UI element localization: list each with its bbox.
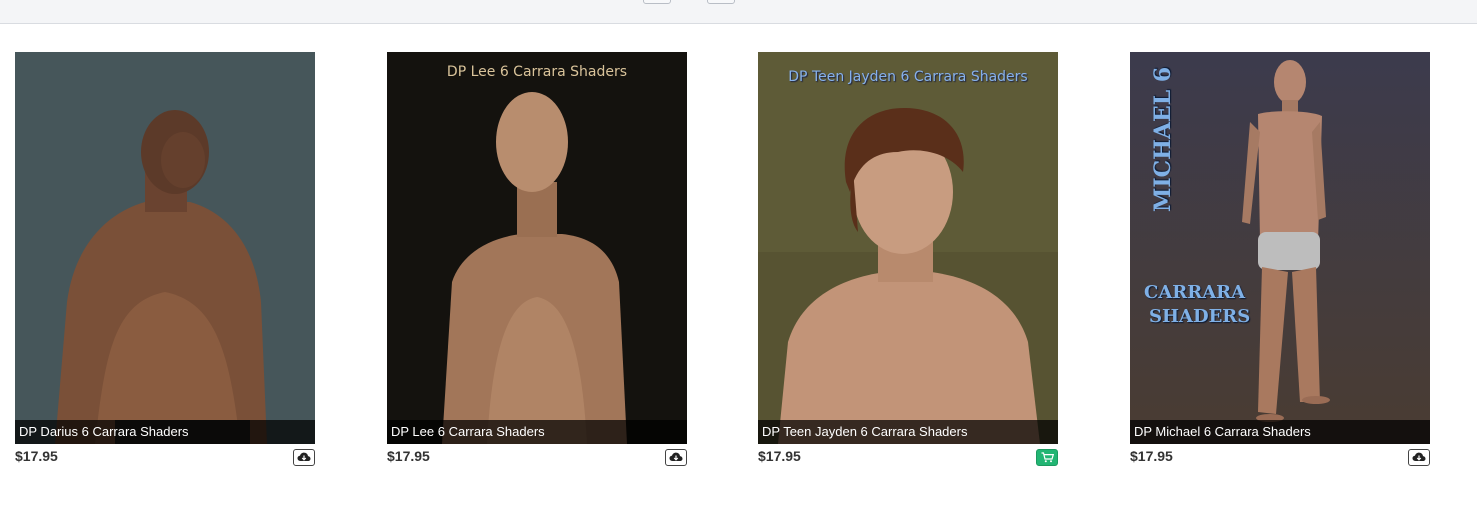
pager-button-next[interactable]	[707, 0, 735, 4]
product-price: $17.95	[15, 448, 58, 464]
price-row: $17.95	[758, 444, 1058, 470]
price-row: $17.95	[387, 444, 687, 470]
top-toolbar	[0, 0, 1477, 24]
product-thumbnail[interactable]: MICHAEL 6 CARRARA SHADERS DP Michael 6 C…	[1130, 52, 1430, 444]
download-icon	[1412, 452, 1426, 461]
product-thumbnail[interactable]: DP Teen Jayden 6 Carrara Shaders DP Teen…	[758, 52, 1058, 444]
pager-button-prev[interactable]	[643, 0, 671, 4]
download-icon	[297, 452, 311, 461]
shopping-cart-icon	[1041, 452, 1054, 463]
download-button[interactable]	[293, 449, 315, 466]
product-card[interactable]: DP Darius 6 Carrara Shaders $17.95	[15, 52, 315, 470]
artwork-title: DP Teen Jayden 6 Carrara Shaders	[788, 69, 1028, 85]
product-caption[interactable]: DP Michael 6 Carrara Shaders	[1130, 420, 1430, 444]
product-card[interactable]: DP Teen Jayden 6 Carrara Shaders DP Teen…	[758, 52, 1058, 470]
product-price: $17.95	[1130, 448, 1173, 464]
product-thumbnail[interactable]: DP Lee 6 Carrara Shaders DP Lee 6 Carrar…	[387, 52, 687, 444]
product-image	[387, 52, 687, 444]
price-row: $17.95	[1130, 444, 1430, 470]
product-card[interactable]: DP Lee 6 Carrara Shaders DP Lee 6 Carrar…	[387, 52, 687, 470]
product-caption[interactable]: DP Lee 6 Carrara Shaders	[387, 420, 687, 444]
product-image	[15, 52, 315, 444]
artwork-title-vertical: MICHAEL 6	[1150, 66, 1176, 212]
product-price: $17.95	[387, 448, 430, 464]
artwork-title-line1: CARRARA	[1144, 282, 1246, 303]
product-caption[interactable]: DP Darius 6 Carrara Shaders	[15, 420, 315, 444]
add-to-cart-button[interactable]	[1036, 449, 1058, 466]
download-button[interactable]	[665, 449, 687, 466]
product-thumbnail[interactable]: DP Darius 6 Carrara Shaders	[15, 52, 315, 444]
product-price: $17.95	[758, 448, 801, 464]
download-icon	[669, 452, 683, 461]
product-caption[interactable]: DP Teen Jayden 6 Carrara Shaders	[758, 420, 1058, 444]
download-button[interactable]	[1408, 449, 1430, 466]
artwork-title-line2: SHADERS	[1149, 306, 1251, 327]
price-row: $17.95	[15, 444, 315, 470]
product-card[interactable]: MICHAEL 6 CARRARA SHADERS DP Michael 6 C…	[1130, 52, 1430, 470]
artwork-title: DP Lee 6 Carrara Shaders	[446, 64, 628, 80]
product-image	[758, 52, 1058, 444]
